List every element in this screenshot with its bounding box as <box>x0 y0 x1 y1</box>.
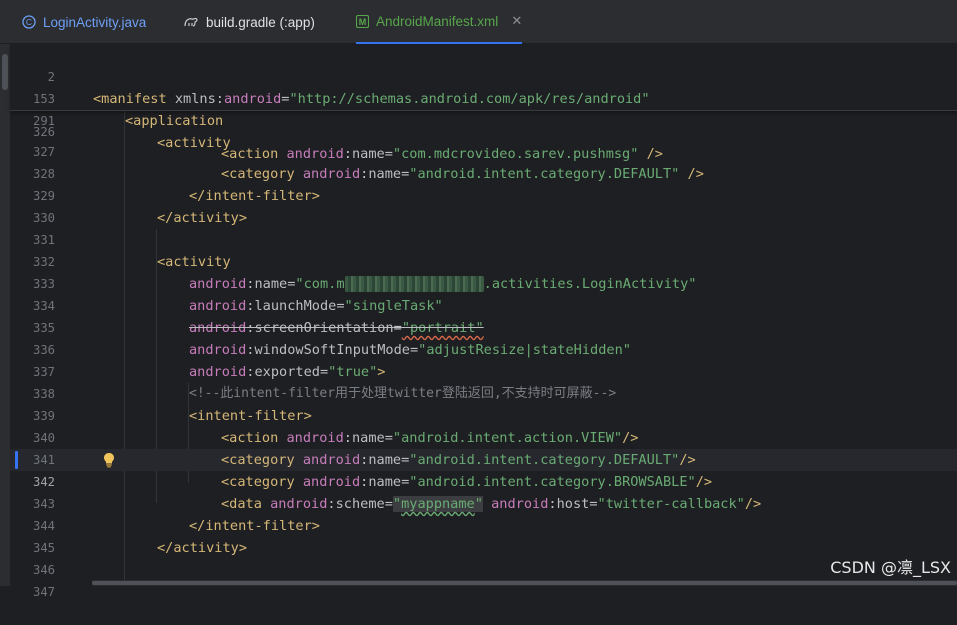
close-icon[interactable]: ✕ <box>511 13 522 29</box>
horizontal-scrollbar[interactable] <box>92 580 957 586</box>
code-line: 342 <data android:scheme="myappname" and… <box>10 449 957 512</box>
manifest-icon: M <box>356 14 369 28</box>
left-tool-strip <box>0 44 10 586</box>
code-line: 335 android:windowSoftInputMode="adjustR… <box>10 295 957 358</box>
line-number: 347 <box>32 585 55 599</box>
line-number: 291 <box>32 114 55 128</box>
svg-text:M: M <box>359 17 367 27</box>
tab-label: AndroidManifest.xml <box>376 13 499 29</box>
code-line: 343 </intent-filter> <box>10 471 957 534</box>
code-line: 291 <activity <box>10 88 957 151</box>
code-line: 340 <category android:name="android.inte… <box>10 405 957 468</box>
code-line: 328 </intent-filter> <box>10 141 957 204</box>
tab-android-manifest[interactable]: M AndroidManifest.xml ✕ <box>356 0 522 44</box>
lightbulb-icon[interactable] <box>102 452 116 468</box>
tab-label: build.gradle (:app) <box>206 14 315 30</box>
code-line: 337 <!--此intent-filter用于处理twitter登陆返回,不支… <box>10 339 957 401</box>
code-line: 339 <action android:name="android.intent… <box>10 383 957 446</box>
scrollbar-thumb[interactable] <box>92 581 957 585</box>
code-line: 338 <intent-filter> <box>10 361 957 424</box>
code-text[interactable]: <application <box>125 110 223 132</box>
svg-text:C: C <box>26 17 32 27</box>
code-line: 344 </activity> <box>10 493 957 556</box>
code-line: 345 <box>10 515 957 555</box>
watermark: CSDN @凛_LSX <box>830 558 951 577</box>
code-line: 153 <application <box>10 66 957 129</box>
code-line: 331 <activity <box>10 207 957 270</box>
editor-tab-bar: C LoginActivity.java build.gradle (:app)… <box>0 0 957 44</box>
java-class-icon: C <box>22 15 36 29</box>
code-line: 347 <box>10 559 957 599</box>
code-line: 330 <box>10 185 957 225</box>
code-line: 329 </activity> <box>10 163 957 226</box>
code-text[interactable]: <activity <box>157 132 231 154</box>
gradle-icon <box>183 15 199 29</box>
code-line: 334 android:screenOrientation="portrait" <box>10 273 957 336</box>
code-line: 333 android:launchMode="singleTask" <box>10 251 957 314</box>
code-line: 341 <category android:name="android.inte… <box>10 427 957 490</box>
code-line: 336 android:exported="true"> <box>10 317 957 380</box>
left-strip-thumb[interactable] <box>2 54 8 90</box>
tab-login-activity[interactable]: C LoginActivity.java <box>22 0 162 44</box>
code-line: 346 <box>10 537 957 577</box>
sticky-lines-header: 2 <manifest xmlns:android="http://schema… <box>10 44 957 151</box>
code-line: 2 <manifest xmlns:android="http://schema… <box>10 44 957 107</box>
tab-label: LoginActivity.java <box>43 14 147 30</box>
tab-build-gradle[interactable]: build.gradle (:app) <box>183 0 333 44</box>
code-editor[interactable]: 2 <manifest xmlns:android="http://schema… <box>10 44 957 599</box>
code-line: 332 android:name="com.mxxxxxxxxxxxxxxxxx… <box>10 229 957 292</box>
